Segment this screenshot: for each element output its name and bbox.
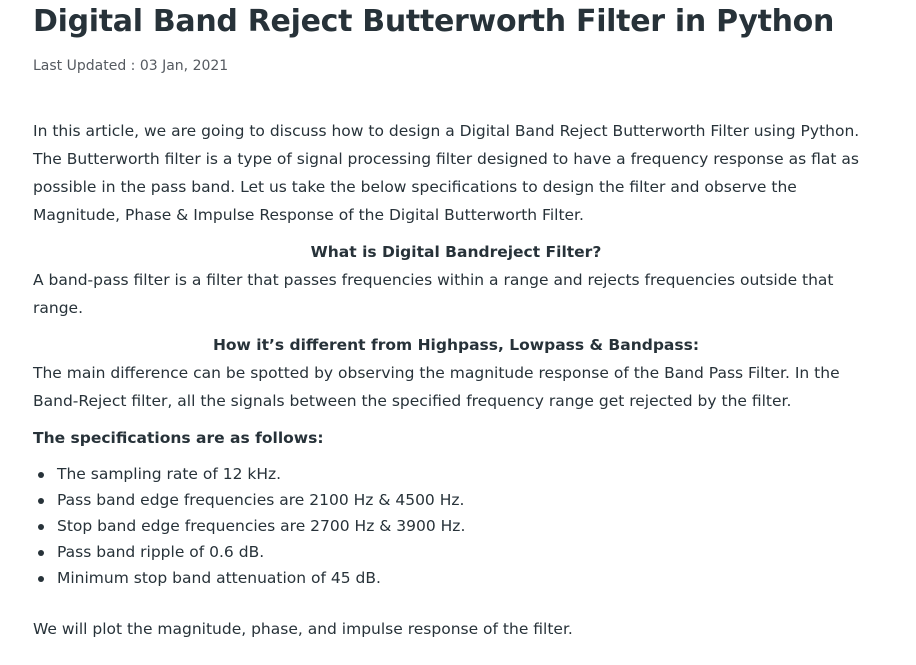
article-title: Digital Band Reject Butterworth Filter i… (33, 4, 835, 39)
spec-text: The sampling rate of 12 kHz. (57, 465, 282, 483)
list-item: Pass band edge frequencies are 2100 Hz &… (33, 487, 879, 513)
bullet-icon (38, 524, 44, 530)
specs-heading: The specifications are as follows: (33, 429, 324, 447)
bullet-icon (38, 550, 44, 556)
list-item: Pass band ripple of 0.6 dB. (33, 539, 879, 565)
section-heading-bandreject: What is Digital Bandreject Filter? (310, 243, 602, 261)
intro-paragraph: In this article, we are going to discuss… (33, 122, 860, 224)
specs-list: The sampling rate of 12 kHz. Pass band e… (33, 461, 879, 591)
section-text-bandreject: A band-pass filter is a filter that pass… (33, 271, 834, 317)
spec-text: Pass band ripple of 0.6 dB. (57, 543, 265, 561)
list-item: Stop band edge frequencies are 2700 Hz &… (33, 513, 879, 539)
bullet-icon (38, 498, 44, 504)
spec-text: Stop band edge frequencies are 2700 Hz &… (57, 517, 466, 535)
list-item: The sampling rate of 12 kHz. (33, 461, 879, 487)
article-body: In this article, we are going to discuss… (33, 117, 879, 643)
spec-text: Pass band edge frequencies are 2100 Hz &… (57, 491, 465, 509)
section-text-difference: The main difference can be spotted by ob… (33, 364, 840, 410)
spec-text: Minimum stop band attenuation of 45 dB. (57, 569, 381, 587)
bullet-icon (38, 472, 44, 478)
list-item: Minimum stop band attenuation of 45 dB. (33, 565, 879, 591)
last-updated: Last Updated : 03 Jan, 2021 (33, 58, 229, 74)
section-heading-difference: How it’s different from Highpass, Lowpas… (212, 336, 700, 354)
bullet-icon (38, 576, 44, 582)
closing-paragraph: We will plot the magnitude, phase, and i… (33, 620, 573, 638)
